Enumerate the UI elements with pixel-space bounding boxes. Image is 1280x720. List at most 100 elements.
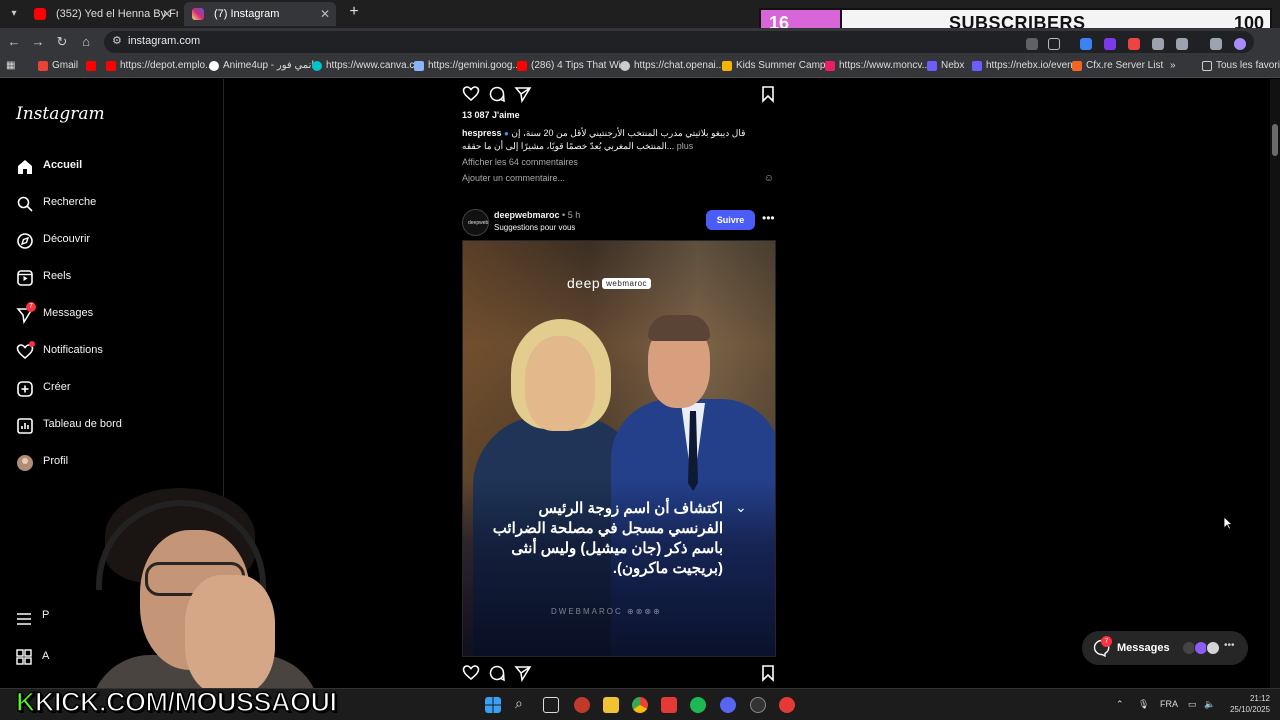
chevron-down-icon[interactable]: ⌄ — [735, 499, 747, 516]
tray-overflow-icon[interactable]: ⌃ — [1116, 699, 1124, 710]
discord-icon[interactable] — [720, 697, 736, 713]
nav-also-label[interactable]: A — [42, 650, 49, 662]
microphone-icon[interactable]: 🎙 — [1138, 699, 1149, 710]
extension-icon[interactable] — [1152, 38, 1164, 50]
tab-instagram[interactable]: (7) Instagram ✕ — [184, 2, 336, 26]
messages-label: Messages — [1117, 642, 1170, 654]
bookmark-chatgpt[interactable]: https://chat.openai.... — [620, 60, 727, 71]
comment-icon[interactable] — [488, 664, 506, 682]
forward-button[interactable]: → — [28, 32, 48, 52]
apps-icon[interactable] — [16, 649, 32, 665]
bookmark-gmail[interactable]: Gmail — [38, 60, 78, 71]
likes-count[interactable]: 13 087 J'aime — [462, 110, 520, 120]
like-heart-icon[interactable] — [462, 85, 480, 103]
language-indicator[interactable]: FRA — [1160, 699, 1178, 709]
app-icon[interactable] — [661, 697, 677, 713]
more-options-icon[interactable]: ••• — [762, 211, 775, 225]
task-view-icon[interactable] — [543, 697, 559, 713]
image-person-man-hair — [648, 315, 710, 341]
volume-icon[interactable]: 🔈 — [1204, 699, 1215, 710]
bookmark-nebx-event[interactable]: https://nebx.io/event — [972, 60, 1076, 71]
instagram-logo[interactable]: Instagram — [16, 104, 105, 124]
url-input[interactable]: ⚙ instagram.com — [104, 31, 1254, 53]
like-heart-icon[interactable] — [462, 664, 480, 682]
nav-profile[interactable]: Profil — [16, 448, 206, 478]
close-icon[interactable]: ✕ — [162, 2, 172, 26]
extension-icon[interactable] — [1026, 38, 1038, 50]
bookmark-label: (286) 4 Tips That Wi... — [531, 60, 630, 71]
scrollbar-thumb[interactable] — [1272, 124, 1278, 156]
windows-start-icon[interactable] — [485, 697, 501, 713]
caption-more-link[interactable]: plus — [677, 141, 694, 151]
bookmark-gemini[interactable]: https://gemini.goog... — [414, 60, 521, 71]
bookmark-kids-camp[interactable]: Kids Summer Camp... — [722, 60, 834, 71]
view-comments-link[interactable]: Afficher les 64 commentaires — [462, 157, 578, 167]
search-icon[interactable]: ⌕ — [515, 695, 531, 711]
bookmark-star-icon[interactable] — [1048, 38, 1060, 50]
new-tab-button[interactable]: + — [344, 3, 364, 21]
post-image[interactable]: deep webmaroc اكتشاف أن اسم زوجة الرئيس ا… — [462, 240, 776, 657]
bookmark-anime4up[interactable]: Anime4up - انمي فور... — [209, 60, 323, 71]
downloads-icon[interactable] — [1210, 38, 1222, 50]
moncv-icon — [825, 61, 835, 71]
avatar[interactable]: deepweb — [462, 209, 489, 236]
extension-icon[interactable] — [1080, 38, 1092, 50]
bookmark-depot[interactable]: https://depot.emplo... — [106, 60, 213, 71]
bookmark-moncv[interactable]: https://www.moncv... — [825, 60, 930, 71]
home-button[interactable]: ⌂ — [76, 32, 96, 52]
site-info-icon[interactable]: ⚙ — [112, 34, 122, 47]
caption-username[interactable]: hespress — [462, 128, 502, 138]
add-comment-input[interactable]: Ajouter un commentaire... — [462, 173, 565, 183]
messages-floating-button[interactable]: 7 Messages ••• — [1082, 631, 1248, 665]
tab-search-button[interactable]: ▾ — [4, 4, 24, 24]
nav-more-label[interactable]: P — [42, 609, 49, 621]
app-icon[interactable] — [779, 697, 795, 713]
explore-icon — [17, 233, 33, 249]
post-username[interactable]: deepwebmaroc — [494, 210, 560, 220]
app-icon[interactable] — [574, 697, 590, 713]
spotify-icon[interactable] — [690, 697, 706, 713]
nav-home[interactable]: Accueil — [16, 152, 206, 182]
network-icon[interactable]: ▭ — [1188, 699, 1197, 710]
bookmark-youtube-video[interactable]: (286) 4 Tips That Wi... — [517, 60, 629, 71]
comment-icon[interactable] — [488, 85, 506, 103]
profile-avatar-icon[interactable] — [1234, 38, 1246, 50]
chrome-icon[interactable] — [632, 697, 648, 713]
bookmark-canva[interactable]: https://www.canva.c... — [312, 60, 423, 71]
system-clock[interactable]: 21:12 25/10/2025 — [1224, 693, 1270, 715]
all-bookmarks-folder[interactable]: Tous les favoris — [1202, 60, 1280, 71]
extensions-puzzle-icon[interactable] — [1176, 38, 1188, 50]
tab-youtube[interactable]: (352) Yed el Henna By Fnaire - Y ✕ — [26, 2, 178, 26]
extension-icon[interactable] — [1128, 38, 1140, 50]
nav-dashboard[interactable]: Tableau de bord — [16, 411, 206, 441]
bookmark-cfx[interactable]: Cfx.re Server List — [1072, 60, 1163, 71]
save-bookmark-icon[interactable] — [759, 664, 777, 682]
nav-reels[interactable]: Reels — [16, 263, 206, 293]
nav-create[interactable]: Créer — [16, 374, 206, 404]
back-button[interactable]: ← — [4, 32, 24, 52]
bookmark-label: Kids Summer Camp... — [736, 60, 834, 71]
apps-grid-icon[interactable]: ▦ — [6, 60, 15, 71]
post-header: deepweb deepwebmaroc • 5 h Suggestions p… — [462, 208, 776, 236]
reload-button[interactable]: ↻ — [52, 32, 72, 52]
nav-messages[interactable]: 7 Messages — [16, 300, 206, 330]
save-bookmark-icon[interactable] — [759, 85, 777, 103]
emoji-icon[interactable]: ☺ — [764, 173, 774, 184]
instagram-icon — [192, 8, 204, 20]
bookmark-nebx[interactable]: Nebx — [927, 60, 964, 71]
close-icon[interactable]: ✕ — [320, 2, 330, 26]
youtube-icon — [106, 61, 116, 71]
share-icon[interactable] — [514, 664, 532, 682]
nav-explore[interactable]: Découvrir — [16, 226, 206, 256]
page-scrollbar[interactable] — [1270, 79, 1280, 688]
follow-button[interactable]: Suivre — [706, 210, 755, 230]
nav-notifications[interactable]: Notifications — [16, 337, 206, 367]
brand-pill: webmaroc — [602, 278, 652, 289]
file-explorer-icon[interactable] — [603, 697, 619, 713]
obs-icon[interactable] — [750, 697, 766, 713]
nav-search[interactable]: Recherche — [16, 189, 206, 219]
extension-icon[interactable] — [1104, 38, 1116, 50]
bookmarks-overflow-icon[interactable]: » — [1170, 60, 1176, 71]
menu-icon[interactable] — [16, 612, 32, 626]
share-icon[interactable] — [514, 85, 532, 103]
